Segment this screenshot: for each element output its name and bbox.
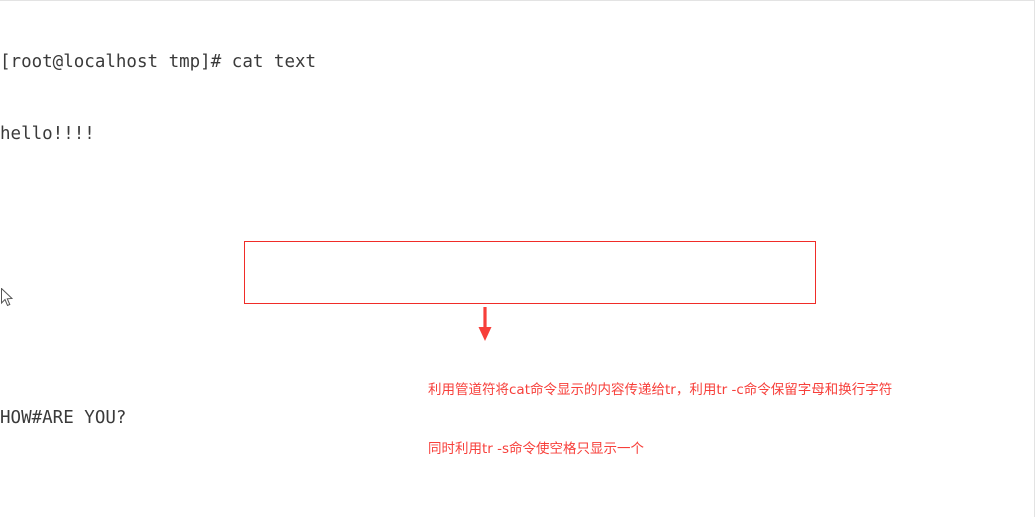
annotation-note-line-1: 利用管道符将cat命令显示的内容传递给tr，利用tr -c命令保留字母和换行字符: [428, 382, 893, 398]
terminal-line: [root@localhost tmp]# cat text: [0, 52, 317, 73]
annotation-arrow-icon: [472, 307, 498, 343]
annotation-note: 利用管道符将cat命令显示的内容传递给tr，利用tr -c命令保留字母和换行字符…: [428, 342, 892, 498]
mouse-cursor-icon: [0, 287, 14, 307]
terminal-screenshot: [root@localhost tmp]# cat text hello!!!!…: [0, 0, 1035, 517]
annotation-note-line-2: 同时利用tr -s命令使空格只显示一个: [428, 440, 645, 457]
terminal-line: hello!!!!: [0, 123, 95, 144]
